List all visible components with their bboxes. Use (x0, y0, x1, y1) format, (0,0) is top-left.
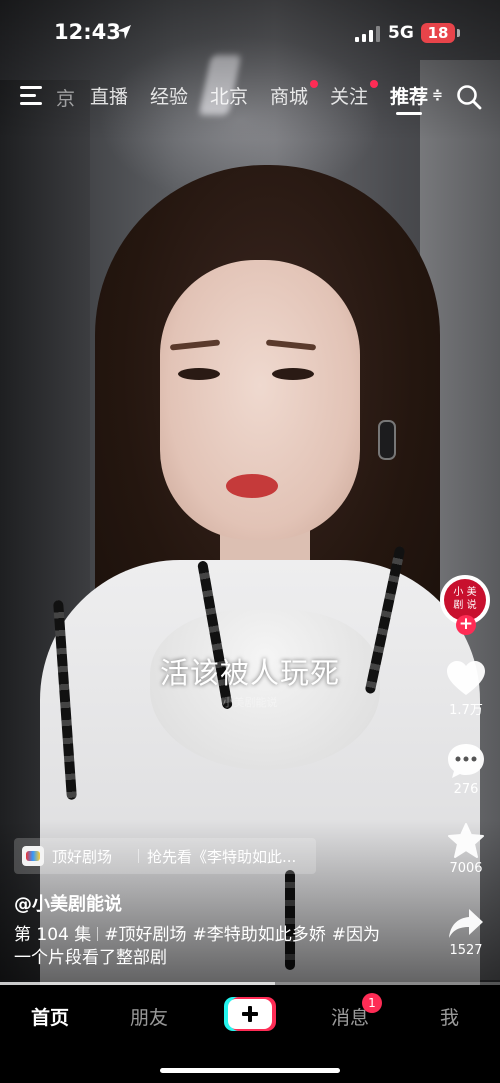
favorite-count: 7006 (449, 861, 483, 876)
caption-text: 一个片段看了整部剧 (14, 948, 167, 968)
following-notification-dot (370, 80, 378, 88)
video-person-earring (378, 420, 396, 460)
signal-icon (355, 26, 380, 42)
tab-mall[interactable]: 商城 (270, 82, 308, 109)
divider (138, 849, 139, 863)
star-icon (448, 823, 484, 858)
recommend-switch-icon[interactable]: ≑ (432, 88, 443, 103)
mini-drama-name: 顶好剧场 (52, 848, 113, 866)
mall-notification-dot (310, 80, 318, 88)
tab-partial[interactable]: 京 (56, 84, 75, 111)
divider (97, 927, 99, 941)
nav-me[interactable]: 我 (440, 1003, 459, 1030)
share-count: 1527 (449, 943, 483, 958)
comment-count: 276 (453, 782, 479, 797)
post-caption: 第 104 集 #顶好剧场 #李特助如此多娇 #因为 一个片段看了整部剧 (14, 924, 414, 970)
hashtag[interactable]: #顶好剧场 (104, 925, 186, 945)
tab-experience[interactable]: 经验 (150, 82, 188, 109)
active-tab-indicator (396, 112, 422, 115)
mini-drama-banner[interactable]: 顶好剧场 抢先看《李特助如此... (14, 838, 316, 874)
comment-button[interactable]: 276 (430, 742, 500, 797)
author-handle[interactable]: @小美剧能说 (14, 890, 122, 916)
heart-icon (447, 661, 485, 695)
video-person-face (160, 260, 360, 540)
network-type: 5G (388, 23, 414, 43)
like-count: 1.7万 (449, 703, 483, 718)
tab-beijing[interactable]: 北京 (210, 82, 248, 109)
like-button[interactable]: 1.7万 (430, 661, 500, 718)
mini-drama-promo: 抢先看《李特助如此... (147, 848, 297, 866)
video-subtitle: 活该被人玩死 (159, 656, 340, 690)
search-icon[interactable] (456, 84, 482, 110)
top-nav: 京 直播 经验 北京 商城 关注 推荐 ≑ (0, 78, 500, 118)
tab-recommend[interactable]: 推荐 (390, 82, 428, 109)
mini-drama-icon (22, 846, 44, 866)
comment-icon (448, 744, 484, 778)
video-person-eye (178, 368, 220, 380)
hashtag[interactable]: #因为 (332, 925, 380, 945)
tab-live[interactable]: 直播 (90, 82, 128, 109)
nav-friends[interactable]: 朋友 (130, 1003, 168, 1030)
video-person-eye (272, 368, 314, 380)
follow-button[interactable]: + (456, 615, 476, 635)
share-arrow-icon (449, 909, 483, 938)
home-indicator (160, 1068, 340, 1073)
share-button[interactable]: 1527 (430, 907, 500, 958)
battery-icon: 18 (421, 23, 455, 43)
tab-following[interactable]: 关注 (330, 82, 368, 109)
messages-badge: 1 (362, 993, 382, 1013)
battery-nub (457, 29, 460, 37)
nav-home[interactable]: 首页 (31, 1003, 69, 1030)
location-arrow-icon (117, 25, 131, 39)
video-person-lips (226, 474, 278, 498)
video-watermark: 小美剧能说 (222, 696, 278, 709)
menu-icon[interactable] (20, 86, 44, 106)
plus-icon (228, 999, 272, 1029)
status-time: 12:43 (54, 20, 121, 44)
create-post-button[interactable] (224, 997, 276, 1031)
episode-label[interactable]: 第 104 集 (14, 925, 91, 945)
status-bar: 12:43 5G 18 (0, 0, 500, 64)
hashtag[interactable]: #李特助如此多娇 (193, 925, 326, 945)
favorite-button[interactable]: 7006 (430, 823, 500, 876)
